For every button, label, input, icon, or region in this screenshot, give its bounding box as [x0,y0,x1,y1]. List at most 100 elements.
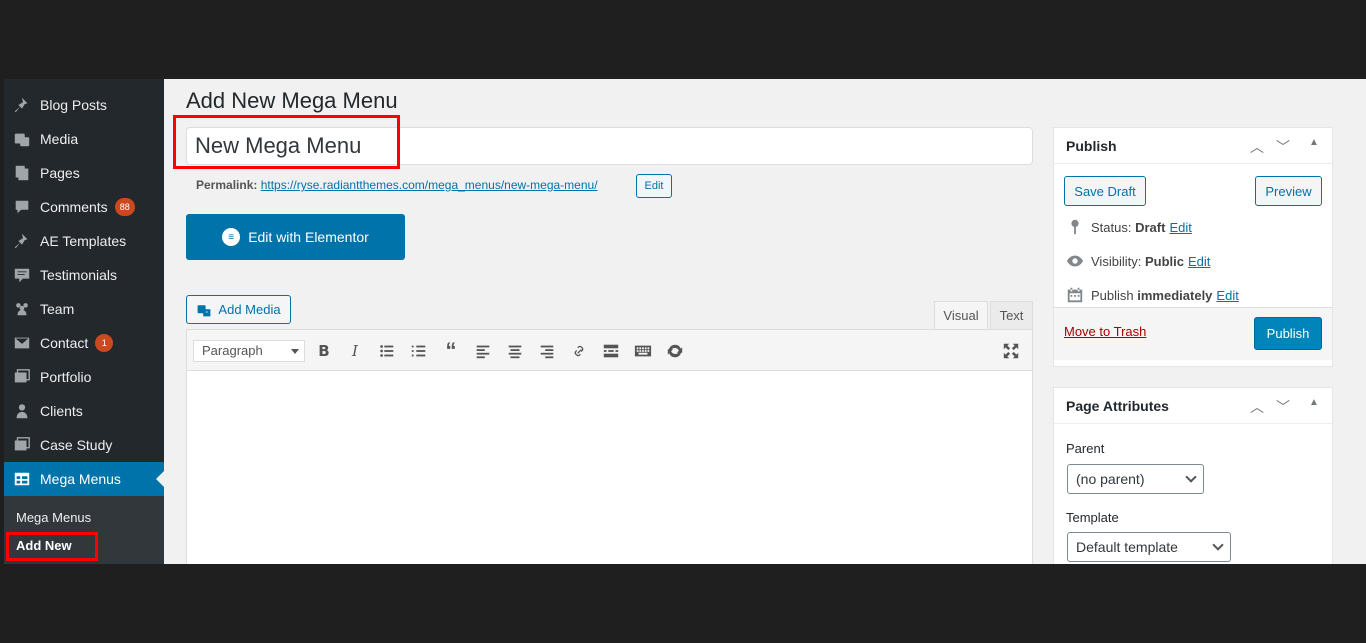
person-icon [12,401,32,421]
active-menu-arrow [156,471,164,487]
sidebar-item-ae-templates[interactable]: AE Templates [4,224,164,258]
publish-time-row: Publish immediately Edit [1066,286,1239,304]
sidebar-item-label: Comments [40,199,108,215]
pushpin-icon [12,95,32,115]
portfolio-icon [12,435,32,455]
toolbar-toggle-icon[interactable] [632,340,654,362]
italic-icon[interactable]: I [344,340,366,362]
page-attributes-header: Page Attributes ︿ ﹀ ▲ [1054,388,1332,424]
status-row: Status: Draft Edit [1066,218,1192,236]
editor-toolbar: Paragraph B I “ [187,330,1032,371]
publish-time-label: Publish [1091,287,1134,303]
permalink-edit-button[interactable]: Edit [636,174,672,198]
align-right-icon[interactable] [536,340,558,362]
visibility-edit-link[interactable]: Edit [1188,254,1210,269]
publish-box-title: Publish [1066,138,1117,154]
sidebar-item-testimonials[interactable]: Testimonials [4,258,164,292]
refresh-icon[interactable] [664,340,686,362]
publish-box-header: Publish ︿ ﹀ ▲ [1054,128,1332,164]
move-to-trash-link[interactable]: Move to Trash [1064,324,1146,339]
save-draft-button[interactable]: Save Draft [1064,176,1146,206]
permalink-link[interactable]: https://ryse.radiantthemes.com/mega_menu… [261,178,598,192]
visibility-row: Visibility: Public Edit [1066,252,1210,270]
status-label: Status: [1091,219,1132,235]
sidebar-item-label: Mega Menus [40,471,121,487]
sidebar-item-label: Media [40,131,79,147]
media-icon [198,304,211,316]
sidebar-item-blog-posts[interactable]: Blog Posts [4,88,164,122]
calendar-icon [1067,287,1083,303]
groups-icon [12,299,32,319]
elementor-icon: ≡ [222,228,241,246]
admin-sidebar: Blog Posts Media Pages Comments 88 AE Te… [4,79,164,564]
comment-icon [12,197,32,217]
read-more-icon[interactable] [600,340,622,362]
eye-icon [1066,255,1084,267]
submenu-item-mega-menus[interactable]: Mega Menus [16,510,91,525]
parent-select-value: (no parent) [1076,471,1145,487]
caret-down-icon [291,349,299,354]
sidebar-item-case-study[interactable]: Case Study [4,428,164,462]
fullscreen-icon[interactable] [1000,340,1022,362]
publish-button[interactable]: Publish [1254,317,1322,350]
template-select-value: Default template [1076,539,1178,555]
chevron-up-icon[interactable]: ︿ [1248,397,1266,415]
blockquote-icon[interactable]: “ [440,338,462,363]
edit-with-elementor-button[interactable]: ≡ Edit with Elementor [186,214,405,260]
bullet-list-icon[interactable] [376,340,398,362]
sidebar-item-label: Portfolio [40,369,92,385]
sidebar-item-team[interactable]: Team [4,292,164,326]
format-select[interactable]: Paragraph [193,340,305,362]
add-media-button[interactable]: Add Media [186,295,291,324]
publish-actions: Move to Trash Publish [1054,307,1332,360]
contact-count-badge: 1 [95,334,114,352]
sidebar-item-label: AE Templates [40,233,127,249]
chevron-up-icon[interactable]: ︿ [1248,137,1266,155]
align-center-icon[interactable] [504,340,526,362]
pages-icon [12,163,32,183]
status-edit-link[interactable]: Edit [1169,220,1191,235]
sidebar-item-portfolio[interactable]: Portfolio [4,360,164,394]
sidebar-item-clients[interactable]: Clients [4,394,164,428]
media-icon [12,129,32,149]
table-icon [12,469,32,489]
content-editor[interactable]: Paragraph B I “ [186,329,1033,564]
add-media-label: Add Media [218,302,281,317]
sidebar-item-label: Blog Posts [40,97,107,113]
align-left-icon[interactable] [472,340,494,362]
elementor-button-label: Edit with Elementor [248,229,369,245]
email-icon [12,333,32,353]
parent-select[interactable]: (no parent) [1067,464,1204,494]
highlight-box-title [173,115,400,169]
link-icon[interactable] [568,340,590,362]
numbered-list-icon[interactable] [408,340,430,362]
sidebar-item-label: Testimonials [40,267,118,283]
tab-text[interactable]: Text [990,301,1033,330]
sidebar-item-contact[interactable]: Contact 1 [4,326,164,360]
chevron-down-icon[interactable]: ﹀ [1274,397,1292,415]
collapse-toggle-icon[interactable]: ▲ [1305,137,1323,155]
publish-time-value: immediately [1137,287,1213,303]
chevron-down-icon[interactable]: ﹀ [1274,137,1292,155]
preview-button[interactable]: Preview [1255,176,1322,206]
visibility-label: Visibility: [1091,253,1142,269]
page-attributes-box: Page Attributes ︿ ﹀ ▲ Parent (no parent)… [1053,387,1333,564]
sidebar-item-media[interactable]: Media [4,122,164,156]
bold-icon[interactable]: B [313,340,335,362]
sidebar-item-mega-menus[interactable]: Mega Menus [4,462,164,496]
visibility-value: Public [1144,253,1184,269]
permalink-label: Permalink: [196,178,258,192]
tab-visual[interactable]: Visual [934,301,988,330]
wp-admin-window: Blog Posts Media Pages Comments 88 AE Te… [4,79,1366,564]
collapse-toggle-icon[interactable]: ▲ [1305,397,1323,415]
publish-time-edit-link[interactable]: Edit [1216,288,1238,303]
template-select[interactable]: Default template [1067,532,1231,562]
template-label: Template [1066,510,1119,525]
format-select-value: Paragraph [202,343,263,358]
permalink-row: Permalink: https://ryse.radiantthemes.co… [196,178,598,192]
sidebar-item-comments[interactable]: Comments 88 [4,190,164,224]
sidebar-item-label: Team [40,301,75,317]
sidebar-item-label: Case Study [40,437,113,453]
sidebar-item-pages[interactable]: Pages [4,156,164,190]
sidebar-item-label: Contact [40,335,89,351]
